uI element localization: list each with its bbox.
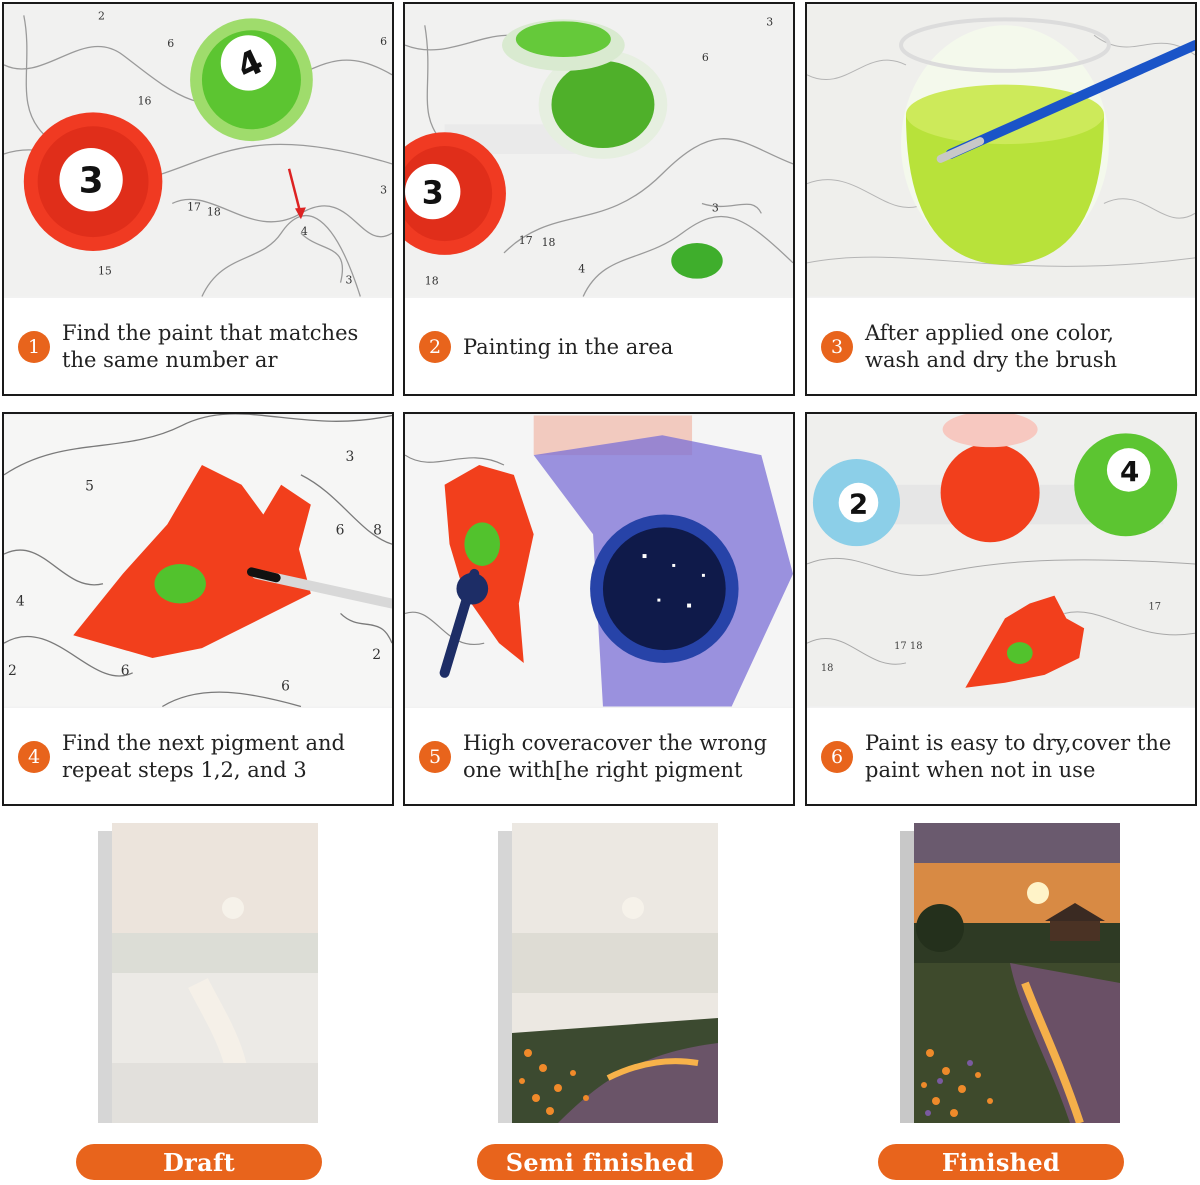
canvas-number: 18	[425, 275, 439, 288]
step-card-3: 3 After applied one color, wash and dry …	[805, 2, 1197, 396]
step-2-caption: 2 Painting in the area	[405, 300, 793, 394]
step-1-photo: 2 6 6 16 17 18 15 3 4 3 3 4	[4, 4, 392, 298]
canvas-number: 3	[712, 201, 719, 214]
step-text: Painting in the area	[463, 334, 674, 359]
canvas-number: 17	[1148, 602, 1161, 613]
pot-label: 2	[849, 487, 868, 520]
pot-label: 4	[1120, 455, 1139, 488]
pot-label: 3	[79, 161, 104, 202]
step-text: Find the next pigment and repeat steps 1…	[62, 731, 345, 782]
step-card-4: 3 5 6 8 6 6 2 4 2 4 Find the next pigmen…	[2, 412, 394, 806]
canvas-number: 2	[8, 663, 17, 679]
canvas-number: 4	[578, 263, 585, 276]
step-3-photo	[807, 4, 1195, 298]
canvas-number: 17	[519, 234, 533, 247]
canvas-number: 16	[138, 94, 152, 107]
finished-canvas-image	[900, 823, 1130, 1125]
step-card-6: 17 18 17 18 2 4 6 Paint is easy to dry,c…	[805, 412, 1197, 806]
step-text: After applied one color, wash and dry th…	[865, 321, 1118, 372]
step-6-caption: 6 Paint is easy to dry,cover the paint w…	[807, 710, 1195, 804]
canvas-number: 3	[345, 449, 354, 465]
canvas-number: 17	[894, 641, 907, 652]
stage-draft	[78, 818, 388, 1158]
step-number-badge: 5	[419, 741, 451, 773]
step-number-badge: 4	[18, 741, 50, 773]
canvas-number: 15	[98, 265, 112, 278]
canvas-number: 6	[336, 522, 345, 538]
stage-finished	[880, 818, 1190, 1158]
semi-finished-label-pill: Semi finished	[477, 1144, 723, 1180]
canvas-number: 17	[187, 200, 201, 213]
canvas-number: 18	[910, 641, 923, 652]
step-card-1: 2 6 6 16 17 18 15 3 4 3 3 4 1 Find the p…	[2, 2, 394, 396]
step-card-5: 5 High coveracover the wrong one with[he…	[403, 412, 795, 806]
canvas-number: 6	[702, 51, 709, 64]
step-number-badge: 2	[419, 331, 451, 363]
canvas-number: 2	[372, 647, 381, 663]
step-5-photo	[405, 414, 793, 708]
step-3-caption: 3 After applied one color, wash and dry …	[807, 300, 1195, 394]
stage-label: Semi finished	[505, 1147, 695, 1177]
step-4-caption: 4 Find the next pigment and repeat steps…	[4, 710, 392, 804]
stage-label: Draft	[163, 1147, 235, 1177]
canvas-number: 18	[207, 205, 221, 218]
stage-label: Finished	[941, 1147, 1061, 1177]
step-number-badge: 6	[821, 741, 853, 773]
canvas-number: 4	[16, 594, 25, 610]
draft-canvas-image	[98, 823, 328, 1125]
canvas-number: 3	[345, 274, 352, 287]
step-1-caption: 1 Find the paint that matches the same n…	[4, 300, 392, 394]
step-number-badge: 1	[18, 331, 50, 363]
step-text: High coveracover the wrong one with[he r…	[463, 731, 768, 782]
finished-label-pill: Finished	[878, 1144, 1124, 1180]
step-number-badge: 3	[821, 331, 853, 363]
canvas-number: 4	[301, 225, 308, 238]
canvas-number: 3	[766, 15, 773, 28]
pot-label: 3	[422, 175, 444, 211]
canvas-number: 3	[380, 184, 387, 197]
step-2-photo: 6 3 17 18 4 18 3 3	[405, 4, 793, 298]
canvas-number: 8	[373, 522, 382, 538]
canvas-number: 18	[821, 663, 834, 674]
canvas-number: 6	[121, 663, 130, 679]
stage-semi-finished	[478, 818, 788, 1158]
step-5-caption: 5 High coveracover the wrong one with[he…	[405, 710, 793, 804]
step-card-2: 6 3 17 18 4 18 3 3 2 Painting in the are…	[403, 2, 795, 396]
draft-label-pill: Draft	[76, 1144, 322, 1180]
canvas-number: 6	[281, 679, 290, 695]
step-4-photo: 3 5 6 8 6 6 2 4 2	[4, 414, 392, 708]
step-text: Paint is easy to dry,cover the paint whe…	[865, 731, 1172, 782]
canvas-number: 6	[167, 37, 174, 50]
canvas-number: 5	[85, 479, 94, 495]
canvas-number: 18	[542, 236, 556, 249]
semi-finished-canvas-image	[498, 823, 728, 1123]
step-text: Find the paint that matches the same num…	[62, 321, 359, 372]
canvas-number: 6	[380, 35, 387, 48]
step-6-photo: 17 18 17 18 2 4	[807, 414, 1195, 708]
canvas-number: 2	[98, 9, 105, 22]
